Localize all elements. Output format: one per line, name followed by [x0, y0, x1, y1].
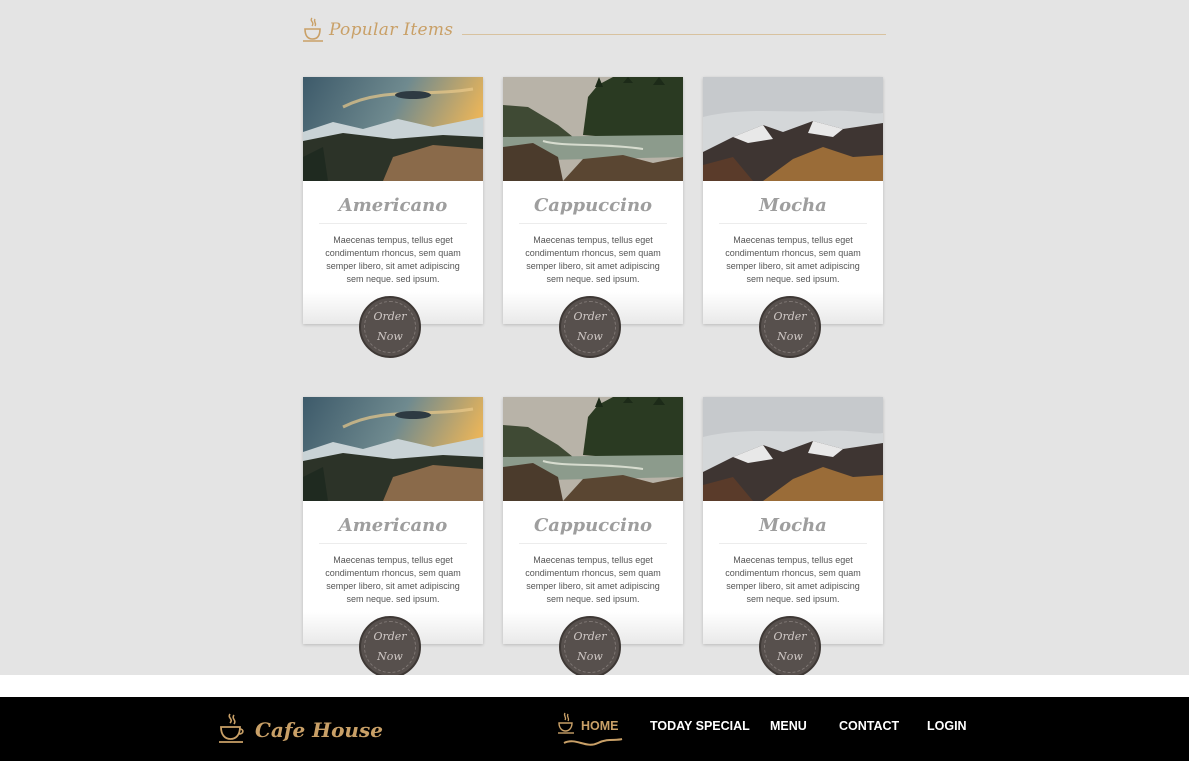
product-card-cappuccino: Cappuccino Maecenas tempus, tellus eget …	[503, 77, 683, 358]
coffee-cup-icon	[558, 712, 574, 734]
product-card-americano: Americano Maecenas tempus, tellus eget c…	[303, 397, 483, 675]
order-now-button[interactable]: Order Now	[759, 616, 821, 675]
snowy-mountains-photo	[703, 77, 883, 181]
order-now-button[interactable]: Order Now	[559, 616, 621, 675]
card-title: Americano	[338, 195, 448, 216]
river-forest-photo	[503, 77, 683, 181]
order-now-button[interactable]: Order Now	[559, 296, 621, 358]
order-now-button[interactable]: Order Now	[359, 296, 421, 358]
nav-item-login[interactable]: LOGIN	[927, 719, 967, 733]
brand-logo[interactable]: Cafe House	[218, 711, 383, 745]
product-card-mocha: Mocha Maecenas tempus, tellus eget condi…	[703, 397, 883, 675]
mountain-sunset-photo	[303, 397, 483, 501]
coffee-cup-icon	[303, 17, 323, 42]
card-title: Cappuccino	[533, 195, 653, 216]
section-title: Popular Items	[329, 20, 454, 40]
card-description: Maecenas tempus, tellus eget condimentum…	[525, 235, 661, 284]
swoosh-underline-icon	[563, 738, 623, 746]
card-description: Maecenas tempus, tellus eget condimentum…	[725, 555, 861, 604]
order-now-button[interactable]: Order Now	[359, 616, 421, 675]
brand-name: Cafe House	[255, 718, 383, 742]
card-title: Cappuccino	[533, 515, 653, 536]
product-card-mocha: Mocha Maecenas tempus, tellus eget condi…	[703, 77, 883, 358]
nav-item-contact[interactable]: CONTACT	[839, 719, 899, 733]
coffee-cup-icon	[219, 713, 244, 743]
card-title: Mocha	[759, 515, 827, 536]
nav-item-today-special[interactable]: TODAY SPECIAL	[650, 719, 750, 733]
card-description: Maecenas tempus, tellus eget condimentum…	[325, 555, 461, 604]
card-description: Maecenas tempus, tellus eget condimentum…	[525, 555, 661, 604]
product-card-americano: Americano Maecenas tempus, tellus eget c…	[303, 77, 483, 358]
card-title: Americano	[338, 515, 448, 536]
river-forest-photo	[503, 397, 683, 501]
order-now-button[interactable]: Order Now	[759, 296, 821, 358]
snowy-mountains-photo	[703, 397, 883, 501]
product-card-cappuccino: Cappuccino Maecenas tempus, tellus eget …	[503, 397, 683, 675]
nav-item-home[interactable]: HOME	[581, 719, 619, 733]
section-header: Popular Items	[302, 14, 886, 54]
main-navbar: Cafe House HOME TODAY SPECIAL MENU CONTA…	[0, 697, 1189, 761]
card-title: Mocha	[759, 195, 827, 216]
nav-item-menu[interactable]: MENU	[770, 719, 807, 733]
section-divider	[462, 34, 886, 35]
mountain-sunset-photo	[303, 77, 483, 181]
card-description: Maecenas tempus, tellus eget condimentum…	[325, 235, 461, 284]
card-description: Maecenas tempus, tellus eget condimentum…	[725, 235, 861, 284]
popular-items-section: Popular Items Americano Maecenas tempus,…	[0, 0, 1189, 675]
